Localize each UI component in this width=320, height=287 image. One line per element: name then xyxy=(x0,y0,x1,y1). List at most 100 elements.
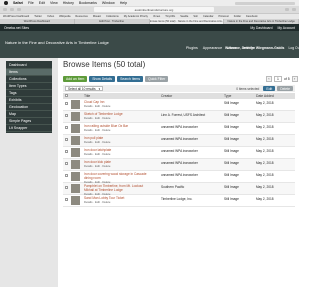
row-checkbox[interactable] xyxy=(65,198,68,201)
batch-edit-button[interactable]: Edit xyxy=(263,86,276,91)
row-checkbox[interactable] xyxy=(65,126,68,129)
menu-bookmarks[interactable]: Bookmarks xyxy=(79,1,97,5)
forward-icon[interactable] xyxy=(10,8,14,11)
sidebar-item-simple-pages[interactable]: Simple Pages xyxy=(6,118,52,125)
nav-plugins[interactable]: Plugins xyxy=(186,46,198,50)
item-thumbnail[interactable] xyxy=(71,184,80,193)
sidebar-item-collections[interactable]: Collections xyxy=(6,76,52,83)
item-thumbnail[interactable] xyxy=(71,172,80,181)
sidebar-item-map[interactable]: Map xyxy=(6,111,52,118)
item-actions[interactable]: Details · Edit · Delete xyxy=(84,200,149,204)
row-checkbox[interactable] xyxy=(65,186,68,189)
menu-app-name[interactable]: Safari xyxy=(13,1,23,5)
row-checkbox[interactable] xyxy=(65,138,68,141)
item-thumbnail[interactable] xyxy=(71,112,80,121)
item-creator: Southern Pacific xyxy=(161,185,185,189)
item-thumbnail[interactable] xyxy=(71,100,80,109)
logout-link[interactable]: Log Out xyxy=(288,46,300,50)
site-title[interactable]: Nature in the Fine and Decorative Arts i… xyxy=(5,40,115,45)
menu-history[interactable]: History xyxy=(63,1,74,5)
item-title-link[interactable]: Iron door covering wood storage in Casca… xyxy=(84,172,149,180)
sidebar-item-items[interactable]: Items xyxy=(6,69,52,76)
row-checkbox[interactable] xyxy=(65,174,68,177)
row-checkbox[interactable] xyxy=(65,102,68,105)
my-account-link[interactable]: My Account xyxy=(277,26,295,30)
bookmark-item[interactable]: Collections xyxy=(106,15,119,18)
item-actions[interactable]: Details · Edit · Delete xyxy=(84,152,149,156)
menu-help[interactable]: Help xyxy=(120,1,127,5)
sidebar-item-exhibits[interactable]: Exhibits xyxy=(6,97,52,104)
item-actions[interactable]: Details · Edit · Delete xyxy=(84,164,149,168)
select-all-checkbox[interactable] xyxy=(65,94,68,97)
sidebar-item-dashboard[interactable]: Dashboard xyxy=(6,62,52,69)
column-creator[interactable]: Creator xyxy=(161,94,172,98)
item-thumbnail[interactable] xyxy=(71,148,80,157)
bookmark-item[interactable]: Vimeo xyxy=(153,15,160,18)
menu-file[interactable]: File xyxy=(28,1,34,5)
address-bar[interactable]: asotimberlineindstructure.org xyxy=(94,7,214,12)
sidebar-item-geolocation[interactable]: Geolocation xyxy=(6,104,52,111)
new-tab-icon[interactable] xyxy=(292,8,296,11)
batch-delete-button[interactable]: Delete xyxy=(277,86,293,91)
item-thumbnail[interactable] xyxy=(71,196,80,205)
column-title[interactable]: Title xyxy=(84,94,90,98)
bookmark-item[interactable]: My Academic Priority xyxy=(124,15,148,18)
item-thumbnail[interactable] xyxy=(71,160,80,169)
row-checkbox[interactable] xyxy=(65,162,68,165)
select-all-dropdown[interactable]: Select all 10 results ▾ xyxy=(65,86,104,91)
item-actions[interactable]: Details · Edit · Delete xyxy=(84,116,149,120)
back-icon[interactable] xyxy=(3,8,7,11)
item-actions[interactable]: Details · Edit · Delete xyxy=(84,128,149,132)
page-number-input[interactable]: 1 xyxy=(274,76,282,82)
next-page-icon[interactable]: › xyxy=(291,76,298,82)
item-thumbnail[interactable] xyxy=(71,124,80,133)
share-icon[interactable] xyxy=(285,8,289,11)
menu-window[interactable]: Window xyxy=(102,1,115,5)
welcome-user: Welcome, Jennifer Wiegmann-Gaidis xyxy=(225,46,285,50)
bookmark-item[interactable]: WordPress Dashboard xyxy=(3,15,29,18)
sidebar-nav: Dashboard Items Collections Item Types T… xyxy=(6,61,52,133)
bookmark-item[interactable]: Wikipedia xyxy=(59,15,70,18)
item-actions[interactable]: Details · Edit · Delete xyxy=(84,104,149,108)
nav-appearance[interactable]: Appearance xyxy=(203,46,222,50)
item-type: Still Image xyxy=(224,173,239,177)
sidebar-item-tags[interactable]: Tags xyxy=(6,90,52,97)
bookmark-item[interactable]: Facebook xyxy=(246,15,257,18)
bookmark-item[interactable]: Mosaic xyxy=(93,15,101,18)
search-items-button[interactable]: Search Items xyxy=(117,76,144,82)
bookmark-item[interactable]: Seattle xyxy=(180,15,188,18)
menu-view[interactable]: View xyxy=(50,1,58,5)
my-dashboard-link[interactable]: My Dashboard xyxy=(250,26,272,30)
sidebar-item-item-types[interactable]: Item Types xyxy=(6,83,52,90)
bookmark-item[interactable]: Pinterest xyxy=(218,15,228,18)
apple-icon[interactable] xyxy=(4,1,8,5)
bookmark-item[interactable]: Twitter xyxy=(34,15,42,18)
item-actions[interactable]: Details · Edit · Delete xyxy=(84,140,149,144)
row-checkbox[interactable] xyxy=(65,114,68,117)
omeka-sites-link[interactable]: Omeka.net Sites xyxy=(4,26,29,30)
bookmark-item[interactable]: Yahoo xyxy=(47,15,54,18)
bookmark-item[interactable]: TinyURL xyxy=(165,15,175,18)
row-checkbox[interactable] xyxy=(65,150,68,153)
bookmark-item[interactable]: Resources xyxy=(75,15,87,18)
item-date-added: May 2, 2018 xyxy=(256,149,274,153)
select-all-label: Select all 10 results xyxy=(68,86,96,91)
bookmark-item[interactable]: Calendar xyxy=(203,15,214,18)
menu-edit[interactable]: Edit xyxy=(39,1,45,5)
item-title-link[interactable]: Pamphlet on Timberline, from Mt. Lookout… xyxy=(84,184,149,192)
show-details-button[interactable]: Show Details xyxy=(89,76,116,82)
bookmark-item[interactable]: Folder xyxy=(234,15,241,18)
sidebar-item-lit-snapper[interactable]: Lit Snapper xyxy=(6,125,52,132)
prev-page-icon[interactable]: ‹ xyxy=(266,76,272,82)
item-thumbnail[interactable] xyxy=(71,136,80,145)
add-item-button[interactable]: Add an Item xyxy=(63,76,88,82)
selected-count: 0 items selected xyxy=(236,86,260,91)
item-creator: unnamed WPA ironworker xyxy=(161,137,198,141)
page-count: of 5 xyxy=(284,77,290,81)
quick-filter-button[interactable]: Quick Filter xyxy=(145,76,169,82)
column-date-added[interactable]: Date Added xyxy=(256,94,274,98)
menubar-status-area xyxy=(235,1,295,5)
sidebar-toggle-icon[interactable] xyxy=(17,8,21,11)
column-type[interactable]: Type xyxy=(224,94,231,98)
bookmark-item[interactable]: Solr xyxy=(193,15,198,18)
